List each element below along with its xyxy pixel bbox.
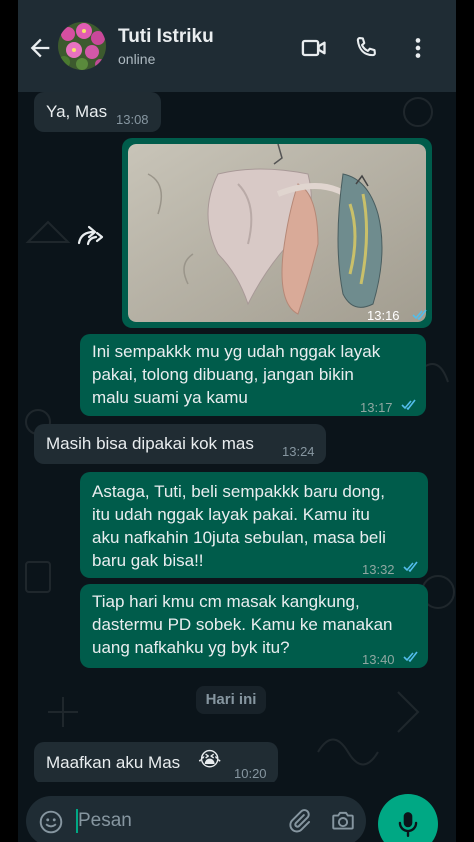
message-time: 13:17 [360, 400, 393, 415]
date-divider: Hari ini [196, 686, 266, 714]
message-text-line: baru gak bisa!! [92, 551, 204, 570]
message-incoming[interactable]: Masih bisa dipakai kok mas 13:24 [34, 424, 326, 464]
message-text-line: pakai, tolong dibuang, jangan bikin [92, 365, 354, 384]
message-time: 13:16 [367, 308, 400, 323]
forward-icon[interactable] [76, 224, 106, 246]
video-call-icon[interactable] [300, 34, 328, 62]
microphone-icon [398, 812, 418, 838]
crying-emoji: 😭 [198, 749, 222, 771]
message-incoming[interactable]: Maafkan aku Mas 😭 10:20 [34, 742, 278, 782]
message-text-line: Tiap hari kmu cm masak kangkung, [92, 592, 360, 611]
message-text-line: Ini sempakkk mu yg udah nggak layak [92, 342, 381, 361]
attached-photo[interactable] [128, 144, 426, 322]
message-time: 13:08 [116, 112, 149, 127]
read-ticks-icon [403, 561, 418, 572]
chat-header: Tuti Istriku online [18, 0, 456, 92]
voice-call-icon[interactable] [352, 34, 380, 62]
message-text-line: uang nafkahku yg byk itu? [92, 638, 290, 657]
arrow-back-icon[interactable] [26, 34, 54, 62]
emoji-icon[interactable] [38, 809, 64, 835]
message-outgoing-image[interactable]: 13:16 [122, 138, 432, 328]
message-composer[interactable]: Pesan [26, 796, 366, 842]
message-list[interactable]: Ya, Mas 13:08 13:16 Ini sempakkk mu yg u… [18, 92, 456, 782]
message-text-line: dastermu PD sobek. Kamu ke manakan [92, 615, 393, 634]
message-text-line: aku nafkahin 10juta sebulan, masa beli [92, 528, 386, 547]
message-input-placeholder[interactable]: Pesan [78, 810, 132, 832]
message-outgoing[interactable]: Ini sempakkk mu yg udah nggak layak paka… [80, 334, 426, 416]
microphone-button[interactable] [378, 794, 438, 842]
message-text: Maafkan aku Mas [46, 753, 181, 772]
read-ticks-icon [412, 309, 427, 320]
message-outgoing[interactable]: Astaga, Tuti, beli sempakkk baru dong, i… [80, 472, 428, 578]
message-text-line: Astaga, Tuti, beli sempakkk baru dong, [92, 482, 385, 501]
message-time: 13:40 [362, 652, 395, 667]
message-incoming[interactable]: Ya, Mas 13:08 [34, 92, 161, 132]
more-vertical-icon[interactable] [404, 34, 432, 62]
message-text-line: itu udah nggak layak pakai. Kamu itu [92, 505, 370, 524]
message-time: 10:20 [234, 766, 267, 781]
message-outgoing[interactable]: Tiap hari kmu cm masak kangkung, dasterm… [80, 584, 428, 668]
read-ticks-icon [403, 651, 418, 662]
chat-screen: Tuti Istriku online Ya, Mas 13:08 13:16 … [18, 0, 456, 842]
message-time: 13:24 [282, 444, 315, 459]
avatar[interactable] [58, 22, 106, 70]
contact-name[interactable]: Tuti Istriku [118, 26, 214, 48]
read-ticks-icon [401, 399, 416, 410]
contact-status: online [118, 51, 156, 67]
message-text-line: malu suami ya kamu [92, 388, 248, 407]
message-text: Ya, Mas [46, 102, 108, 121]
paperclip-icon[interactable] [286, 808, 312, 834]
message-text: Masih bisa dipakai kok mas [46, 434, 254, 453]
message-time: 13:32 [362, 562, 395, 577]
camera-icon[interactable] [330, 808, 356, 834]
